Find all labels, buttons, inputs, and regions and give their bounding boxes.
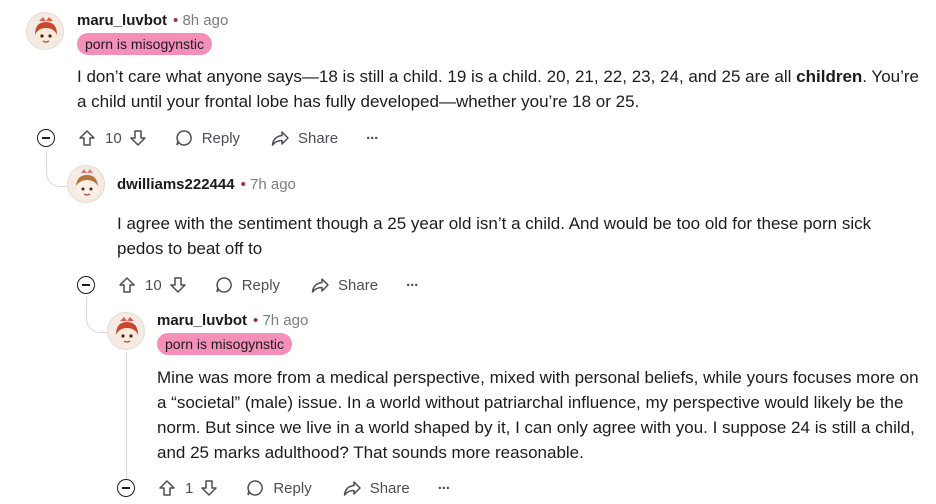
reply-label: Reply <box>273 479 312 497</box>
vote-count: 10 <box>105 129 122 147</box>
reply-label: Reply <box>201 129 241 147</box>
avatar[interactable] <box>107 312 145 350</box>
share-button[interactable]: Share <box>310 275 378 295</box>
downvote-icon[interactable] <box>199 478 219 498</box>
downvote-icon[interactable] <box>168 275 188 295</box>
upvote-icon[interactable] <box>117 275 137 295</box>
comment-body: Mine was more from a medical perspective… <box>157 368 919 462</box>
timestamp[interactable]: 7h ago <box>250 176 296 193</box>
share-label: Share <box>338 276 379 294</box>
avatar-illustration-icon <box>35 17 57 46</box>
share-label: Share <box>369 479 410 497</box>
separator-dot: • <box>173 11 179 29</box>
reply-label: Reply <box>241 276 281 294</box>
avatar-illustration-icon <box>76 169 98 199</box>
collapse-icon <box>122 487 130 489</box>
comment-header: maru_luvbot • 8h ago <box>77 10 228 30</box>
collapse-button[interactable] <box>37 129 55 147</box>
more-options-icon[interactable]: ··· <box>366 130 379 147</box>
share-label: Share <box>298 129 339 147</box>
timestamp[interactable]: 7h ago <box>262 312 308 329</box>
avatar-illustration-icon <box>116 317 138 346</box>
upvote-icon[interactable] <box>157 478 177 498</box>
upvote-icon[interactable] <box>77 128 97 148</box>
username[interactable]: dwilliams222444 <box>117 176 235 193</box>
downvote-icon[interactable] <box>128 128 148 148</box>
collapse-icon <box>42 137 50 139</box>
comment-header: dwilliams222444 • 7h ago <box>117 174 296 194</box>
username[interactable]: maru_luvbot <box>77 12 167 29</box>
comment-body: I agree with the sentiment though a 25 y… <box>117 214 872 258</box>
thread-connector-level2 <box>86 297 107 333</box>
vote-count: 10 <box>145 276 162 294</box>
share-button[interactable]: Share <box>270 128 338 148</box>
user-flair: porn is misogynstic <box>77 33 213 55</box>
comment-bubble-icon <box>175 130 192 146</box>
avatar[interactable] <box>26 12 64 50</box>
reply-button[interactable]: Reply <box>214 275 280 295</box>
thread-connector-level1 <box>46 150 67 187</box>
comment-body: I don’t care what anyone says—18 is stil… <box>77 64 922 114</box>
separator-dot: • <box>253 311 259 329</box>
vote-count: 1 <box>185 479 194 497</box>
timestamp[interactable]: 8h ago <box>182 12 228 29</box>
comment-header: maru_luvbot • 7h ago <box>157 310 308 330</box>
comment-actions: 10 Reply Share ··· <box>77 126 379 150</box>
collapse-button[interactable] <box>117 479 135 497</box>
collapse-button[interactable] <box>77 276 95 294</box>
share-arrow-icon <box>311 278 329 293</box>
more-options-icon[interactable]: ··· <box>438 480 451 497</box>
share-arrow-icon <box>343 481 361 496</box>
thread-line-level3 <box>126 352 127 480</box>
more-options-icon[interactable]: ··· <box>406 277 419 294</box>
collapse-icon <box>82 284 90 286</box>
comment-bubble-icon <box>215 277 232 293</box>
avatar[interactable] <box>67 165 105 203</box>
reply-button[interactable]: Reply <box>174 128 240 148</box>
comment-actions: 1 Reply Share ··· <box>157 476 451 500</box>
comment-text: I don’t care what anyone says—18 is stil… <box>77 67 797 86</box>
share-arrow-icon <box>271 131 289 146</box>
share-button[interactable]: Share <box>342 478 410 498</box>
comment-bubble-icon <box>247 480 264 496</box>
reply-button[interactable]: Reply <box>245 478 312 498</box>
comment-actions: 10 Reply Share ··· <box>117 273 419 297</box>
user-flair: porn is misogynstic <box>157 333 293 355</box>
username[interactable]: maru_luvbot <box>157 312 247 329</box>
separator-dot: • <box>240 175 246 193</box>
comment-bold-text: children <box>796 67 863 86</box>
